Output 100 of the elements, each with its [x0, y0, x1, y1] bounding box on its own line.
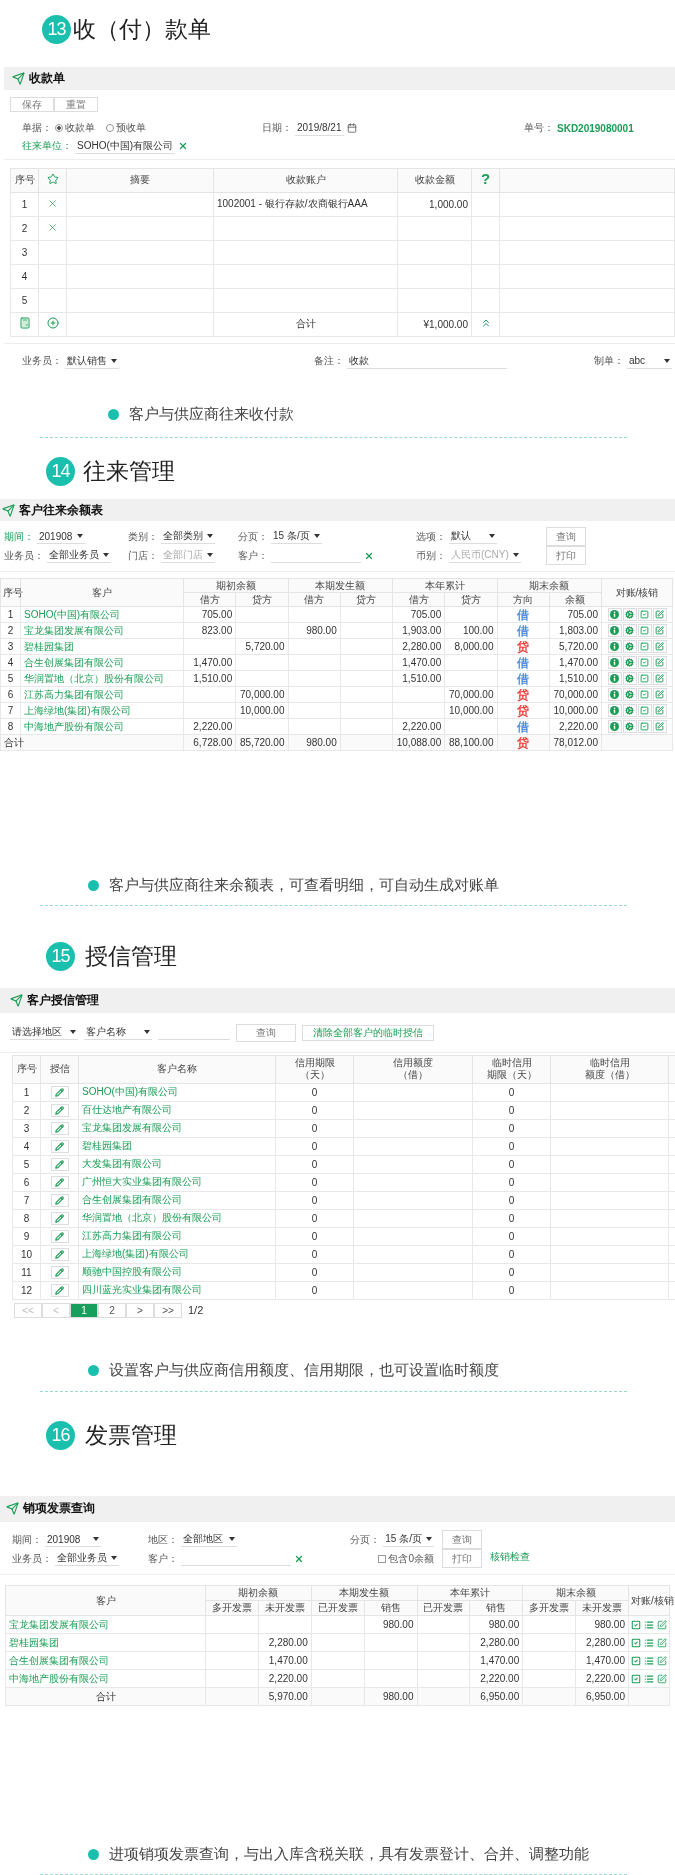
settings-button[interactable]	[622, 672, 637, 686]
delete-icon[interactable]	[47, 197, 58, 209]
settings-button[interactable]	[622, 704, 637, 718]
select-field[interactable]: 全部业务员	[47, 548, 111, 564]
select-field[interactable]: 15 条/页	[383, 1532, 434, 1547]
date-field[interactable]: 2019/8/21	[295, 120, 344, 136]
page-button[interactable]: 2	[98, 1302, 126, 1318]
check-button[interactable]	[637, 608, 652, 622]
edit-button[interactable]	[50, 1211, 69, 1225]
check-button[interactable]	[637, 672, 652, 686]
action-button[interactable]: 查询	[546, 527, 586, 547]
edit-button[interactable]	[50, 1103, 69, 1117]
select-field[interactable]: 15 条/页	[271, 529, 322, 545]
select-field[interactable]: 客户名称	[84, 1025, 152, 1041]
edit-button[interactable]	[50, 1157, 69, 1171]
select-field[interactable]: abc	[627, 353, 672, 369]
edit-icon[interactable]	[657, 1655, 667, 1666]
settings-button[interactable]	[622, 608, 637, 622]
edit-button[interactable]	[50, 1121, 69, 1135]
edit-button[interactable]	[652, 720, 667, 734]
edit-icon[interactable]	[657, 1673, 667, 1684]
edit-button[interactable]	[50, 1229, 69, 1243]
check-button[interactable]	[637, 624, 652, 638]
check-icon[interactable]	[631, 1637, 641, 1648]
radio-option[interactable]: 收款单	[55, 121, 95, 136]
radio-option[interactable]: 预收单	[106, 121, 146, 136]
input-field[interactable]: SOHO(中国)有限公司	[75, 138, 176, 154]
check-button[interactable]	[637, 640, 652, 654]
page-button[interactable]: >	[126, 1302, 154, 1318]
select-field[interactable]: 201908	[45, 1532, 101, 1547]
edit-button[interactable]	[50, 1265, 69, 1279]
clear-icon[interactable]	[364, 550, 374, 561]
list-icon[interactable]	[644, 1637, 654, 1648]
select-field[interactable]: 默认	[449, 529, 497, 545]
select-field[interactable]: 请选择地区	[10, 1025, 78, 1041]
toolbar-button[interactable]: 保存	[10, 96, 54, 112]
info-button[interactable]	[607, 704, 622, 718]
check-button[interactable]	[637, 720, 652, 734]
check-icon[interactable]	[631, 1655, 641, 1666]
info-button[interactable]	[607, 640, 622, 654]
check-button[interactable]	[637, 656, 652, 670]
action-button[interactable]: 打印	[546, 546, 586, 566]
select-field[interactable]: 201908	[37, 529, 85, 545]
info-button[interactable]	[607, 688, 622, 702]
list-icon[interactable]	[644, 1619, 654, 1630]
check-icon[interactable]	[631, 1619, 641, 1630]
list-icon[interactable]	[644, 1655, 654, 1666]
edit-button[interactable]	[652, 640, 667, 654]
info-button[interactable]	[607, 624, 622, 638]
star-icon[interactable]	[46, 172, 59, 185]
settings-button[interactable]	[622, 656, 637, 670]
input-field[interactable]: 收款	[347, 353, 507, 369]
info-button[interactable]	[607, 608, 622, 622]
add-icon[interactable]	[46, 317, 59, 330]
settings-button[interactable]	[622, 688, 637, 702]
action-button[interactable]: 查询	[442, 1530, 482, 1549]
edit-button[interactable]	[50, 1283, 69, 1297]
select-field[interactable]: 全部类别	[161, 529, 215, 545]
select-field[interactable]: 默认销售	[65, 353, 119, 369]
action-button[interactable]: 打印	[442, 1549, 482, 1568]
edit-button[interactable]	[50, 1175, 69, 1189]
info-button[interactable]	[607, 672, 622, 686]
search-button[interactable]: 查询	[236, 1023, 296, 1042]
edit-icon[interactable]	[657, 1619, 667, 1630]
page-button[interactable]: >>	[154, 1302, 182, 1318]
info-button[interactable]	[607, 720, 622, 734]
edit-button[interactable]	[652, 656, 667, 670]
list-icon[interactable]	[644, 1673, 654, 1684]
edit-button[interactable]	[652, 672, 667, 686]
edit-button[interactable]	[50, 1247, 69, 1261]
calculator-icon[interactable]	[18, 317, 31, 330]
calendar-icon[interactable]	[346, 123, 357, 134]
info-button[interactable]	[607, 656, 622, 670]
settings-button[interactable]	[622, 624, 637, 638]
clear-icon[interactable]	[294, 1553, 304, 1564]
edit-icon	[655, 674, 664, 684]
edit-icon[interactable]	[657, 1637, 667, 1648]
customer-link[interactable]: 碧桂园集团	[82, 1140, 132, 1152]
clear-credit-button[interactable]: 清除全部客户的临时授信	[302, 1024, 434, 1041]
delete-icon[interactable]	[47, 221, 58, 233]
edit-button[interactable]	[50, 1085, 69, 1099]
check-icon[interactable]	[631, 1673, 641, 1684]
select-field[interactable]: 全部地区	[181, 1532, 237, 1547]
clear-icon[interactable]	[178, 141, 189, 152]
edit-button[interactable]	[652, 624, 667, 638]
checkbox[interactable]: 包含0余额	[378, 1551, 434, 1566]
edit-button[interactable]	[50, 1139, 69, 1153]
edit-button[interactable]	[652, 688, 667, 702]
check-link[interactable]: 核销检查	[490, 1550, 530, 1564]
edit-button[interactable]	[652, 704, 667, 718]
select-field[interactable]: 全部业务员	[55, 1551, 119, 1566]
edit-button[interactable]	[652, 608, 667, 622]
check-button[interactable]	[637, 688, 652, 702]
settings-button[interactable]	[622, 640, 637, 654]
page-button[interactable]: 1	[70, 1302, 98, 1318]
toolbar-button[interactable]: 重置	[54, 96, 98, 112]
edit-button[interactable]	[50, 1193, 69, 1207]
check-button[interactable]	[637, 704, 652, 718]
settings-button[interactable]	[622, 720, 637, 734]
customer-link[interactable]: 碧桂园集团	[9, 1636, 59, 1648]
